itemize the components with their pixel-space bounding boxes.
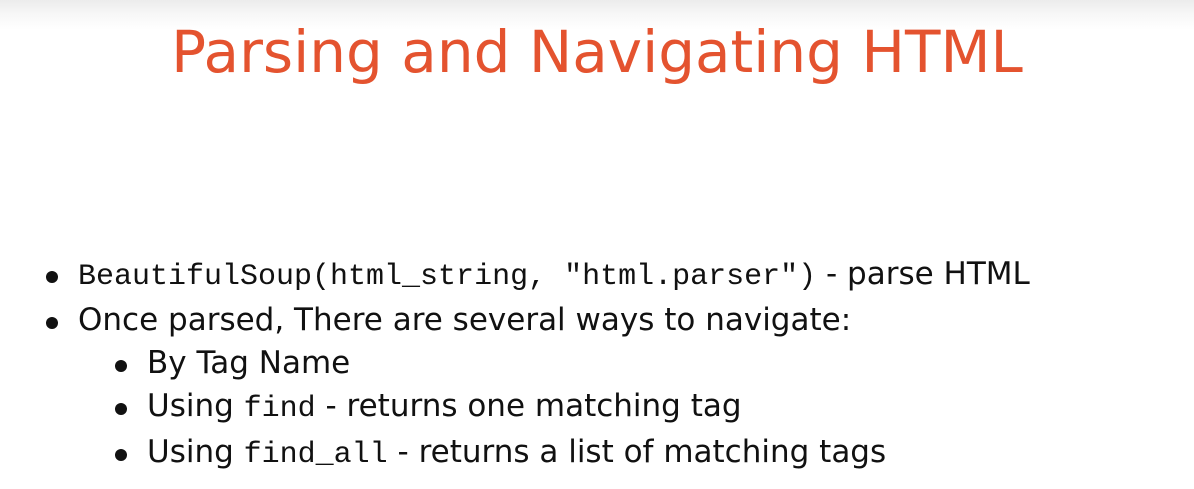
bullet-item-navigate: Once parsed, There are several ways to n… (42, 299, 1030, 342)
bullet-dot-icon (115, 360, 127, 372)
bullet-dot-icon (46, 317, 58, 329)
code-snippet: BeautifulSoup(html_string, "html.parser"… (78, 260, 817, 294)
bullet-list: BeautifulSoup(html_string, "html.parser"… (42, 253, 1030, 477)
sub-bullet-item-find-all: Using find_all - returns a list of match… (111, 431, 1030, 477)
bullet-dot-icon (115, 449, 127, 461)
slide: Parsing and Navigating HTML BeautifulSou… (0, 0, 1194, 489)
code-snippet: find (243, 392, 316, 426)
bullet-dot-icon (115, 403, 127, 415)
code-snippet: find_all (243, 438, 388, 472)
sub-bullet-item-find: Using find - returns one matching tag (111, 385, 1030, 431)
slide-title: Parsing and Navigating HTML (171, 18, 1023, 86)
bullet-text: By Tag Name (147, 345, 351, 381)
bullet-dot-icon (46, 271, 58, 283)
bullet-text: - returns a list of matching tags (387, 434, 887, 470)
bullet-prefix: Using (147, 388, 244, 424)
bullet-item-beautifulsoup: BeautifulSoup(html_string, "html.parser"… (42, 253, 1030, 299)
bullet-text: Once parsed, There are several ways to n… (78, 302, 852, 338)
bullet-text: - parse HTML (816, 256, 1030, 292)
bullet-text: - returns one matching tag (315, 388, 742, 424)
bullet-prefix: Using (147, 434, 244, 470)
sub-bullet-item-tag-name: By Tag Name (111, 342, 1030, 385)
